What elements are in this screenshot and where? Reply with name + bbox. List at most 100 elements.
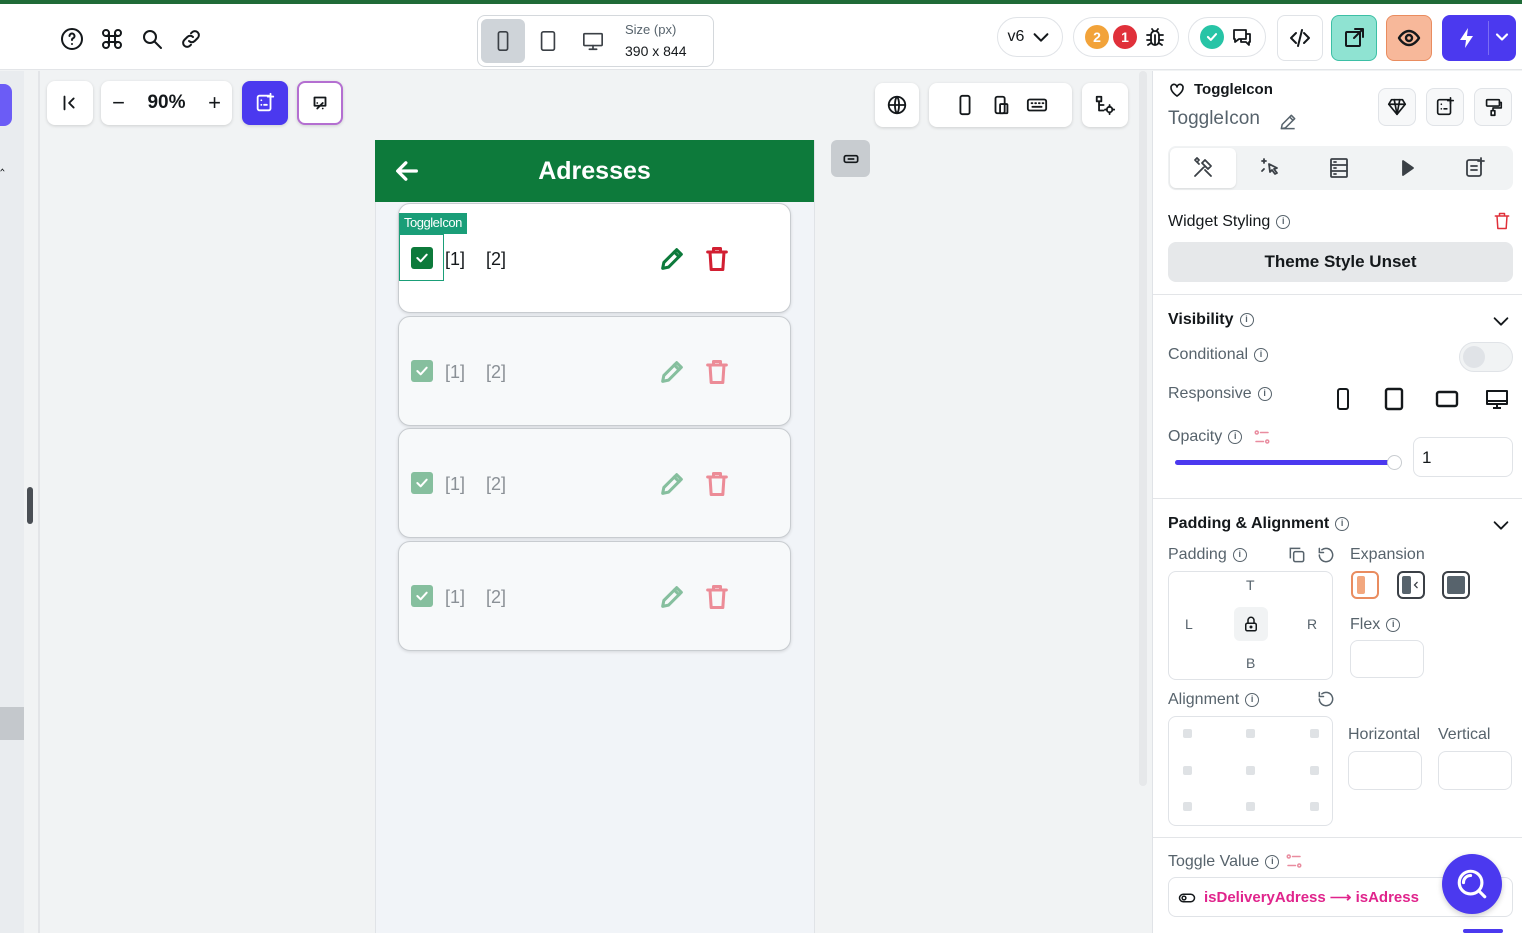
info-icon[interactable]: i	[1245, 692, 1260, 707]
run-button[interactable]	[1442, 15, 1516, 61]
reset-icon[interactable]	[1316, 545, 1336, 565]
version-dropdown[interactable]: v6	[997, 17, 1063, 57]
size-value[interactable]: 390 x 844	[625, 43, 687, 59]
link-icon[interactable]	[178, 26, 204, 52]
chevron-down-icon[interactable]	[1490, 514, 1512, 536]
delete-icon[interactable]	[703, 470, 731, 503]
partial-toggle[interactable]	[1463, 929, 1503, 933]
reset-icon[interactable]	[1316, 689, 1336, 709]
info-icon[interactable]: i	[1386, 617, 1401, 632]
zoom-out-button[interactable]: −	[106, 90, 132, 116]
align-center-left[interactable]	[1183, 766, 1192, 775]
ai-styling-button[interactable]	[1474, 88, 1512, 126]
promote-component-button[interactable]	[1378, 88, 1416, 126]
align-top-right[interactable]	[1310, 729, 1319, 738]
info-icon[interactable]: i	[1265, 854, 1280, 869]
horizontal-align-input[interactable]	[1348, 751, 1422, 790]
info-icon[interactable]: i	[1232, 547, 1247, 562]
opacity-slider-handle[interactable]	[1387, 455, 1402, 470]
edit-icon[interactable]	[658, 470, 686, 503]
padding-left-input[interactable]: L	[1185, 616, 1193, 632]
share-button[interactable]	[1331, 15, 1377, 61]
issues-button[interactable]: 2 1	[1073, 17, 1179, 57]
phone-device-button[interactable]	[481, 19, 525, 63]
toggle-checkbox[interactable]	[411, 360, 433, 382]
delete-icon[interactable]	[703, 245, 731, 278]
collapse-caret-icon[interactable]: ‸	[0, 155, 8, 171]
responsive-tablet-toggle[interactable]	[1382, 387, 1406, 416]
info-icon[interactable]: i	[1239, 312, 1254, 327]
copy-icon[interactable]	[1287, 545, 1307, 565]
theme-style-button[interactable]: Theme Style Unset	[1168, 242, 1513, 282]
phone-landscape-icon[interactable]	[990, 94, 1012, 116]
opacity-input[interactable]: 1	[1413, 437, 1513, 477]
collapse-panel-button[interactable]	[47, 81, 93, 125]
padding-top-input[interactable]: T	[1246, 577, 1255, 593]
chevron-down-icon[interactable]	[1492, 27, 1512, 47]
align-bottom-right[interactable]	[1310, 802, 1319, 811]
review-comments-button[interactable]	[1188, 17, 1266, 57]
info-icon[interactable]: i	[1254, 347, 1269, 362]
tab-backend-query[interactable]	[1306, 148, 1372, 188]
add-widget-button[interactable]	[242, 81, 288, 125]
variable-binding-icon[interactable]	[1253, 428, 1271, 446]
expansion-flexible-option[interactable]	[1397, 571, 1425, 599]
info-icon[interactable]: i	[1276, 214, 1291, 229]
address-card[interactable]: [1] [2]	[398, 316, 791, 426]
language-button[interactable]	[875, 83, 919, 127]
edit-icon[interactable]	[658, 583, 686, 616]
tablet-device-button[interactable]	[526, 19, 570, 63]
desktop-device-button[interactable]	[571, 19, 615, 63]
responsive-phone-toggle[interactable]	[1331, 387, 1355, 416]
variable-binding-icon[interactable]	[1285, 852, 1303, 870]
collapse-widget-button[interactable]	[831, 140, 870, 177]
responsive-desktop-toggle[interactable]	[1483, 387, 1511, 416]
padding-lock-button[interactable]	[1234, 607, 1268, 641]
canvas-settings-button[interactable]	[1082, 83, 1128, 127]
chevron-down-icon[interactable]	[1490, 310, 1512, 332]
align-top-center[interactable]	[1246, 729, 1255, 738]
vertical-align-input[interactable]	[1438, 751, 1512, 790]
help-circle-icon[interactable]	[59, 26, 85, 52]
tab-animations[interactable]	[1374, 148, 1440, 188]
canvas-scrollbar[interactable]	[1139, 71, 1147, 786]
align-bottom-left[interactable]	[1183, 802, 1192, 811]
align-center-right[interactable]	[1310, 766, 1319, 775]
align-top-left[interactable]	[1183, 729, 1192, 738]
address-card[interactable]: [1] [2]	[398, 541, 791, 651]
ai-gen-button[interactable]	[297, 81, 343, 125]
expansion-default-option[interactable]	[1351, 571, 1379, 599]
search-fab[interactable]	[1442, 854, 1502, 914]
align-center[interactable]	[1246, 766, 1255, 775]
resize-handle[interactable]	[27, 487, 33, 524]
info-icon[interactable]: i	[1335, 516, 1350, 531]
left-panel-scroll-thumb[interactable]	[0, 707, 24, 740]
expansion-expanded-option[interactable]	[1442, 571, 1470, 599]
delete-icon[interactable]	[703, 583, 731, 616]
toggle-checkbox[interactable]	[411, 585, 433, 607]
tab-properties[interactable]	[1170, 148, 1236, 188]
edit-icon[interactable]	[658, 358, 686, 391]
padding-right-input[interactable]: R	[1307, 616, 1317, 632]
tab-actions[interactable]	[1238, 148, 1304, 188]
pencil-edit-icon[interactable]	[1278, 112, 1298, 132]
zoom-in-button[interactable]: +	[202, 90, 228, 116]
keyboard-icon[interactable]	[1026, 94, 1048, 116]
trash-icon[interactable]	[1492, 211, 1512, 231]
opacity-slider[interactable]	[1175, 455, 1402, 470]
preview-button[interactable]	[1386, 15, 1432, 61]
address-card[interactable]: [1] [2]	[398, 428, 791, 538]
info-icon[interactable]: i	[1228, 429, 1243, 444]
tab-generation[interactable]	[1442, 148, 1508, 188]
align-bottom-center[interactable]	[1246, 802, 1255, 811]
info-icon[interactable]: i	[1257, 386, 1272, 401]
search-icon[interactable]	[139, 26, 165, 52]
responsive-landscape-toggle[interactable]	[1433, 387, 1461, 416]
conditional-toggle[interactable]	[1459, 342, 1513, 372]
edit-icon[interactable]	[658, 245, 686, 278]
flex-input[interactable]	[1350, 640, 1424, 678]
wrap-widget-button[interactable]	[1426, 88, 1464, 126]
toggle-checkbox[interactable]	[411, 472, 433, 494]
padding-bottom-input[interactable]: B	[1246, 655, 1255, 671]
command-icon[interactable]	[99, 26, 125, 52]
